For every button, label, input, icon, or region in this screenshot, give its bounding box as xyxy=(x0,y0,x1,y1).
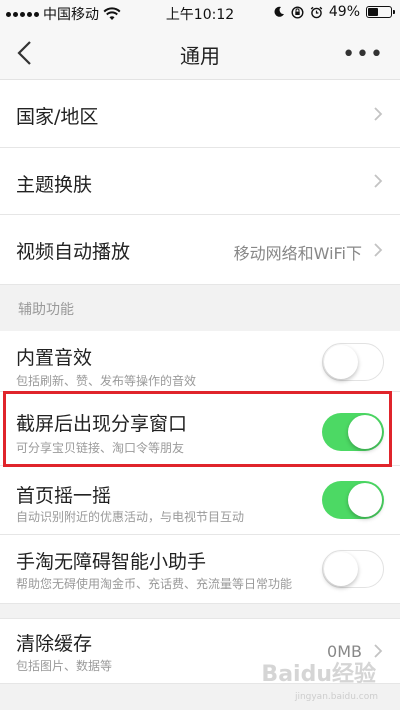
settings-row-assistant: 手淘无障碍智能小助手 帮助您无碍使用淘金币、充话费、充流量等日常功能 xyxy=(0,535,400,604)
chevron-right-icon xyxy=(374,174,383,188)
chevron-right-icon xyxy=(374,107,383,121)
sound-toggle[interactable] xyxy=(322,343,384,381)
battery-icon xyxy=(366,6,395,18)
row-label: 清除缓存 xyxy=(16,633,93,655)
baidu-watermark-url: jingyan.baidu.com xyxy=(294,692,378,702)
more-options-icon[interactable]: ••• xyxy=(342,42,384,67)
row-label: 首页摇一摇 xyxy=(16,485,112,507)
settings-row-screenshot-share: 截屏后出现分享窗口 可分享宝贝链接、淘口令等朋友 xyxy=(0,392,400,466)
baidu-watermark-logo: Baidu经验 xyxy=(261,662,376,687)
status-bar: 中国移动 上午10:12 49% xyxy=(0,0,400,26)
autoplay-value: 移动网络和WiFi下 xyxy=(233,244,362,263)
chevron-right-icon xyxy=(374,243,383,257)
row-label: 内置音效 xyxy=(16,347,93,369)
row-label: 国家/地区 xyxy=(16,106,99,128)
section-header-accessibility: 辅助功能 xyxy=(0,285,400,331)
row-label: 主题换肤 xyxy=(16,174,93,196)
row-subtitle: 帮助您无碍使用淘金币、充话费、充流量等日常功能 xyxy=(16,577,293,591)
rotation-lock-icon xyxy=(291,5,304,19)
row-subtitle: 包括图片、数据等 xyxy=(16,659,113,673)
screenshot-share-toggle[interactable] xyxy=(322,413,384,451)
toggle-knob xyxy=(324,552,358,586)
shake-toggle[interactable] xyxy=(322,481,384,519)
alarm-icon xyxy=(310,6,323,18)
row-label: 视频自动播放 xyxy=(16,241,131,263)
settings-row-region[interactable]: 国家/地区 xyxy=(0,80,400,148)
battery-percent: 49% xyxy=(328,4,360,20)
row-subtitle: 自动识别附近的优惠活动，与电视节目互动 xyxy=(16,510,245,524)
toggle-knob xyxy=(348,483,382,517)
settings-row-shake: 首页摇一摇 自动识别附近的优惠活动，与电视节目互动 xyxy=(0,466,400,535)
assistant-toggle[interactable] xyxy=(322,550,384,588)
toggle-knob xyxy=(348,415,382,449)
row-subtitle: 可分享宝贝链接、淘口令等朋友 xyxy=(16,441,185,455)
row-subtitle: 包括刷新、赞、发布等操作的音效 xyxy=(16,374,197,388)
moon-icon xyxy=(274,6,284,17)
page-title: 通用 xyxy=(180,44,220,68)
settings-row-theme[interactable]: 主题换肤 xyxy=(0,148,400,215)
toggle-knob xyxy=(324,345,358,379)
row-label: 截屏后出现分享窗口 xyxy=(16,413,188,435)
settings-row-autoplay[interactable]: 视频自动播放 移动网络和WiFi下 xyxy=(0,215,400,285)
navigation-bar: 通用 ••• xyxy=(0,26,400,80)
section-title: 辅助功能 xyxy=(18,302,74,318)
settings-row-sound: 内置音效 包括刷新、赞、发布等操作的音效 xyxy=(0,331,400,392)
row-label: 手淘无障碍智能小助手 xyxy=(16,551,207,573)
